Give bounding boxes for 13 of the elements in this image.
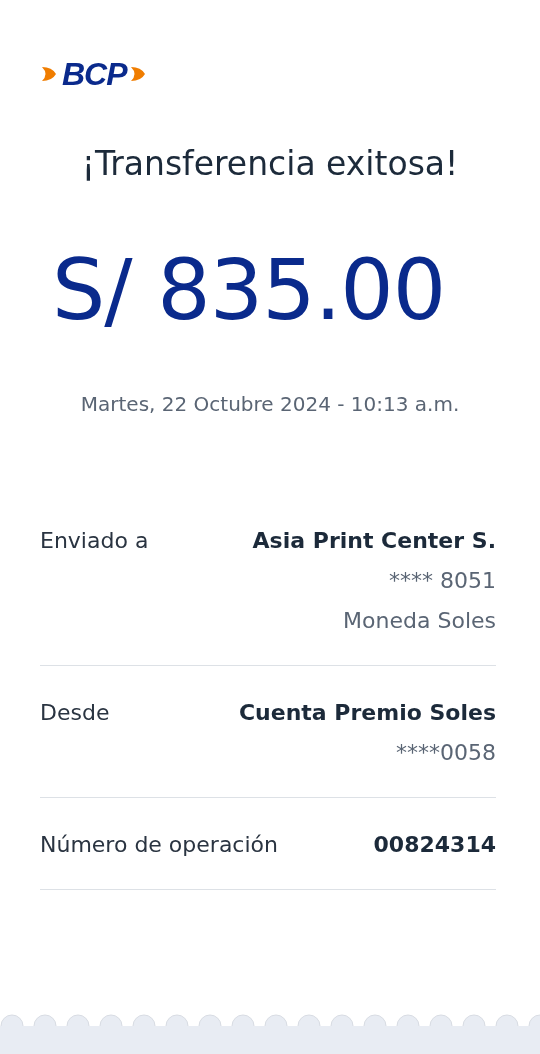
detail-extra: Moneda Soles xyxy=(343,606,496,635)
detail-label: Desde xyxy=(40,698,110,727)
detail-extra: **** 8051 xyxy=(389,566,496,595)
detail-extra: ****0058 xyxy=(396,738,496,767)
detail-value: 00824314 xyxy=(373,830,496,859)
detail-value: Cuenta Premio Soles xyxy=(238,698,496,727)
bank-logo-text: BCP xyxy=(62,58,127,90)
detail-value: Asia Print Center S. xyxy=(252,526,496,555)
transfer-amount: S/ 835.00 xyxy=(52,247,447,332)
transfer-date: Martes, 22 Octubre 2024 - 10:13 a.m. xyxy=(79,391,461,416)
detail-label: Enviado a xyxy=(40,526,149,555)
detail-label: Número de operación xyxy=(40,830,278,859)
success-title: ¡Transferencia exitosa! xyxy=(80,144,460,184)
